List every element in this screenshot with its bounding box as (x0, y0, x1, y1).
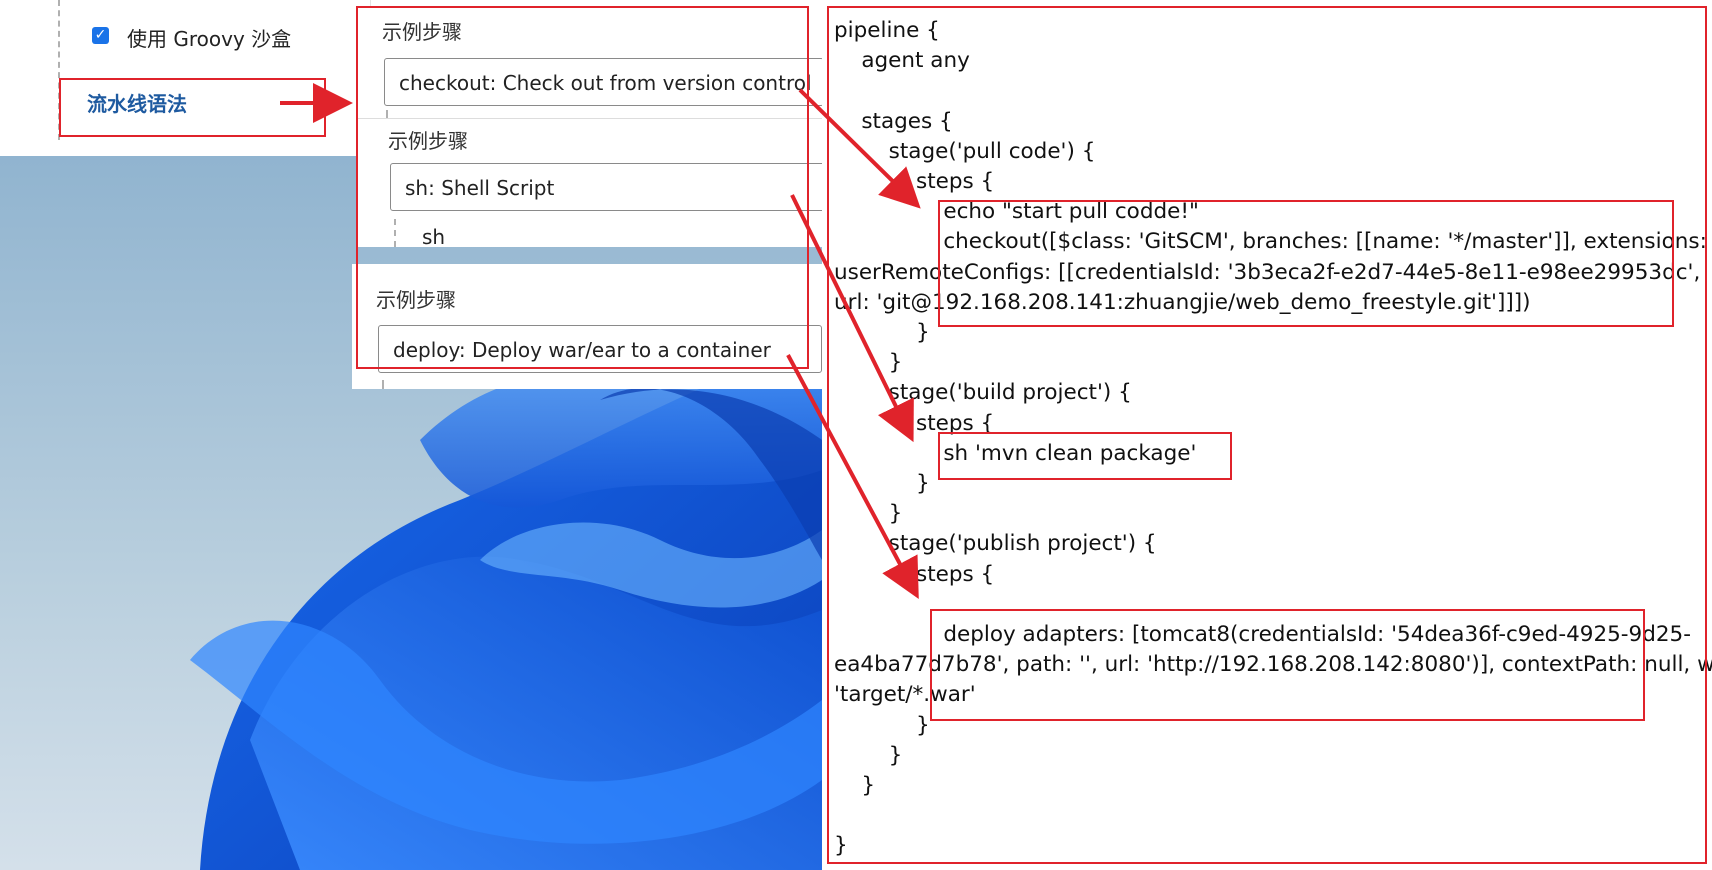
groovy-sandbox-label: 使用 Groovy 沙盒 (127, 27, 292, 51)
card-divider (382, 380, 384, 389)
annotation-box-sh (938, 432, 1232, 480)
annotation-box-deploy (930, 609, 1645, 721)
annotation-box-pipeline-syntax (59, 78, 326, 137)
groovy-sandbox-checkbox[interactable]: ✓ (92, 27, 109, 44)
annotation-box-sample-steps (356, 6, 809, 369)
annotation-box-checkout (938, 200, 1674, 327)
